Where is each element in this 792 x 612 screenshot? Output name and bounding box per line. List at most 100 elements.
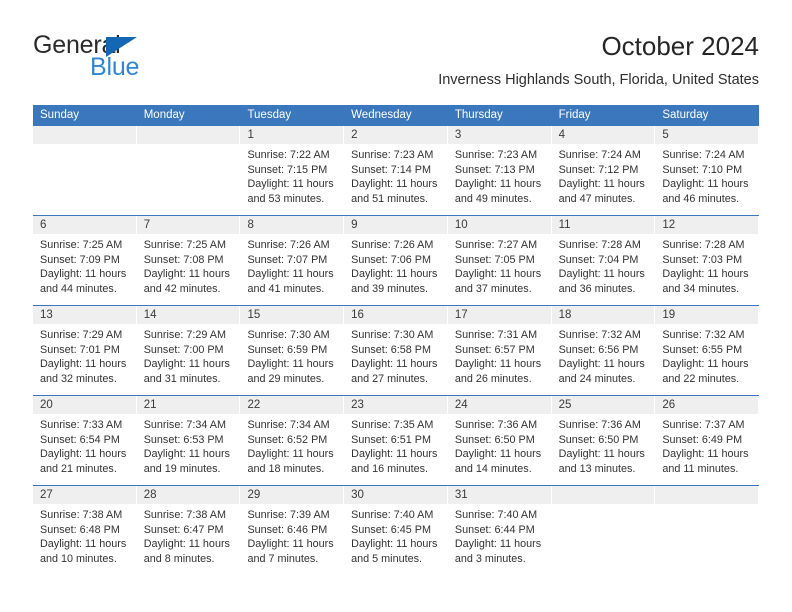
sunset-text: Sunset: 7:08 PM: [143, 253, 224, 266]
day-cell[interactable]: 20 Sunrise: 7:33 AM Sunset: 6:54 PM Dayligh…: [33, 396, 137, 485]
day-number: 1: [240, 126, 345, 144]
day-number: 13: [33, 306, 137, 324]
daylight-text-line1: Daylight: 11 hours: [247, 538, 334, 551]
day-cell[interactable]: 9 Sunrise: 7:26 AM Sunset: 7:06 PM Daylight…: [344, 216, 448, 305]
day-cell[interactable]: 30 Sunrise: 7:40 AM Sunset: 6:45 PM Dayligh…: [344, 486, 448, 575]
sunrise-text: Sunrise: 7:25 AM: [40, 239, 123, 251]
day-number: 5: [655, 126, 760, 144]
daylight-text-line2: and 21 minutes.: [40, 462, 117, 475]
day-cell[interactable]: 6 Sunrise: 7:25 AM Sunset: 7:09 PM Daylight…: [33, 216, 137, 305]
daylight-text-line2: and 34 minutes.: [662, 282, 740, 295]
sunrise-text: Sunrise: 7:31 AM: [454, 329, 538, 341]
sunrise-text: Sunrise: 7:27 AM: [454, 239, 538, 251]
sunset-text: Sunset: 6:52 PM: [247, 433, 328, 446]
sunrise-text: Sunrise: 7:35 AM: [351, 419, 434, 431]
day-number: 4: [551, 126, 656, 144]
daylight-text-line2: and 47 minutes.: [558, 192, 636, 205]
day-cell[interactable]: 16 Sunrise: 7:30 AM Sunset: 6:58 PM Dayligh…: [344, 306, 448, 395]
day-cell-empty: [655, 486, 760, 575]
sunrise-text: Sunrise: 7:38 AM: [143, 509, 226, 521]
brand-logo: General Blue: [33, 32, 253, 90]
day-cell[interactable]: 31 Sunrise: 7:40 AM Sunset: 6:44 PM Dayligh…: [447, 486, 552, 575]
day-details: Sunrise: 7:22 AM Sunset: 7:15 PM Daylight:…: [240, 144, 344, 206]
sunset-text: Sunset: 7:05 PM: [454, 253, 535, 266]
day-cell[interactable]: 10 Sunrise: 7:27 AM Sunset: 7:05 PM Dayligh…: [447, 216, 552, 305]
daylight-text-line2: and 8 minutes.: [143, 552, 215, 565]
daylight-text-line2: and 16 minutes.: [351, 462, 428, 475]
daylight-text-line1: Daylight: 11 hours: [351, 538, 438, 551]
sunset-text: Sunset: 6:59 PM: [247, 343, 328, 356]
daylight-text-line1: Daylight: 11 hours: [662, 268, 749, 281]
day-details: [33, 144, 137, 148]
daylight-text-line1: Daylight: 11 hours: [662, 178, 749, 191]
daylight-text-line1: Daylight: 11 hours: [454, 268, 542, 281]
sunrise-text: Sunrise: 7:30 AM: [247, 329, 330, 341]
daylight-text-line1: Daylight: 11 hours: [143, 538, 230, 551]
day-cell[interactable]: 17 Sunrise: 7:31 AM Sunset: 6:57 PM Dayligh…: [447, 306, 552, 395]
day-cell[interactable]: 15 Sunrise: 7:30 AM Sunset: 6:59 PM Dayligh…: [240, 306, 345, 395]
daylight-text-line2: and 51 minutes.: [351, 192, 428, 205]
day-cell[interactable]: 12 Sunrise: 7:28 AM Sunset: 7:03 PM Dayligh…: [655, 216, 760, 305]
day-cell[interactable]: 5 Sunrise: 7:24 AM Sunset: 7:10 PM Daylight…: [655, 126, 760, 215]
day-cell[interactable]: 7 Sunrise: 7:25 AM Sunset: 7:08 PM Daylight…: [136, 216, 241, 305]
day-cell[interactable]: 11 Sunrise: 7:28 AM Sunset: 7:04 PM Dayligh…: [551, 216, 656, 305]
day-cell[interactable]: 25 Sunrise: 7:36 AM Sunset: 6:50 PM Dayligh…: [551, 396, 656, 485]
day-number: 9: [344, 216, 448, 234]
daylight-text-line2: and 5 minutes.: [351, 552, 422, 565]
sunrise-text: Sunrise: 7:40 AM: [454, 509, 538, 521]
sunrise-text: Sunrise: 7:33 AM: [40, 419, 123, 431]
day-cell[interactable]: 2 Sunrise: 7:23 AM Sunset: 7:14 PM Daylight…: [344, 126, 448, 215]
day-cell[interactable]: 28 Sunrise: 7:38 AM Sunset: 6:47 PM Dayligh…: [136, 486, 241, 575]
day-cell[interactable]: 26 Sunrise: 7:37 AM Sunset: 6:49 PM Dayligh…: [655, 396, 760, 485]
daylight-text-line2: and 18 minutes.: [247, 462, 325, 475]
daylight-text-line2: and 13 minutes.: [558, 462, 636, 475]
daylight-text-line1: Daylight: 11 hours: [351, 178, 438, 191]
daylight-text-line2: and 19 minutes.: [143, 462, 221, 475]
day-cell[interactable]: 8 Sunrise: 7:26 AM Sunset: 7:07 PM Daylight…: [240, 216, 345, 305]
day-cell[interactable]: 3 Sunrise: 7:23 AM Sunset: 7:13 PM Daylight…: [447, 126, 552, 215]
sunrise-text: Sunrise: 7:32 AM: [558, 329, 641, 341]
day-number: 21: [136, 396, 241, 414]
day-cell[interactable]: 14 Sunrise: 7:29 AM Sunset: 7:00 PM Dayligh…: [136, 306, 241, 395]
sunset-text: Sunset: 7:10 PM: [662, 163, 743, 176]
sunrise-text: Sunrise: 7:32 AM: [662, 329, 745, 341]
day-cell[interactable]: 21 Sunrise: 7:34 AM Sunset: 6:53 PM Dayligh…: [136, 396, 241, 485]
day-number: 12: [655, 216, 760, 234]
page-title: October 2024: [601, 31, 759, 61]
day-cell[interactable]: 4 Sunrise: 7:24 AM Sunset: 7:12 PM Daylight…: [551, 126, 656, 215]
daylight-text-line2: and 26 minutes.: [454, 372, 532, 385]
day-details: [137, 144, 241, 148]
daylight-text-line2: and 37 minutes.: [454, 282, 532, 295]
calendar-week-row: 20 Sunrise: 7:33 AM Sunset: 6:54 PM Dayligh…: [33, 395, 760, 485]
sunrise-text: Sunrise: 7:34 AM: [143, 419, 226, 431]
day-cell[interactable]: 29 Sunrise: 7:39 AM Sunset: 6:46 PM Dayligh…: [240, 486, 345, 575]
weekday-header-sunday: Sunday: [40, 109, 80, 121]
day-cell[interactable]: 1 Sunrise: 7:22 AM Sunset: 7:15 PM Daylight…: [240, 126, 345, 215]
day-cell[interactable]: 23 Sunrise: 7:35 AM Sunset: 6:51 PM Dayligh…: [344, 396, 448, 485]
day-number: 6: [33, 216, 137, 234]
day-cell[interactable]: 13 Sunrise: 7:29 AM Sunset: 7:01 PM Dayligh…: [33, 306, 137, 395]
day-cell-empty: [551, 486, 656, 575]
sunset-text: Sunset: 6:55 PM: [662, 343, 743, 356]
day-cell[interactable]: 18 Sunrise: 7:32 AM Sunset: 6:56 PM Dayligh…: [551, 306, 656, 395]
day-details: Sunrise: 7:28 AM Sunset: 7:04 PM Daylight:…: [552, 234, 656, 296]
day-cell[interactable]: 22 Sunrise: 7:34 AM Sunset: 6:52 PM Dayligh…: [240, 396, 345, 485]
day-number: 19: [655, 306, 760, 324]
day-cell[interactable]: 19 Sunrise: 7:32 AM Sunset: 6:55 PM Dayligh…: [655, 306, 760, 395]
sunset-text: Sunset: 6:47 PM: [143, 523, 224, 536]
sunset-text: Sunset: 6:58 PM: [351, 343, 431, 356]
sunset-text: Sunset: 6:57 PM: [454, 343, 535, 356]
day-number: 30: [344, 486, 448, 504]
calendar-grid: Sunday Monday Tuesday Wednesday Thursday Frid…: [33, 105, 760, 575]
day-cell[interactable]: 27 Sunrise: 7:38 AM Sunset: 6:48 PM Dayligh…: [33, 486, 137, 575]
day-details: Sunrise: 7:38 AM Sunset: 6:47 PM Daylight:…: [137, 504, 241, 566]
sunrise-text: Sunrise: 7:26 AM: [351, 239, 434, 251]
weekday-header-friday: Friday: [558, 109, 591, 121]
sunset-text: Sunset: 6:48 PM: [40, 523, 120, 536]
day-number: 3: [447, 126, 552, 144]
brand-name-blue: Blue: [90, 53, 140, 81]
day-details: Sunrise: 7:27 AM Sunset: 7:05 PM Daylight:…: [448, 234, 552, 296]
daylight-text-line2: and 49 minutes.: [454, 192, 532, 205]
day-cell[interactable]: 24 Sunrise: 7:36 AM Sunset: 6:50 PM Dayligh…: [447, 396, 552, 485]
sunrise-text: Sunrise: 7:38 AM: [40, 509, 123, 521]
